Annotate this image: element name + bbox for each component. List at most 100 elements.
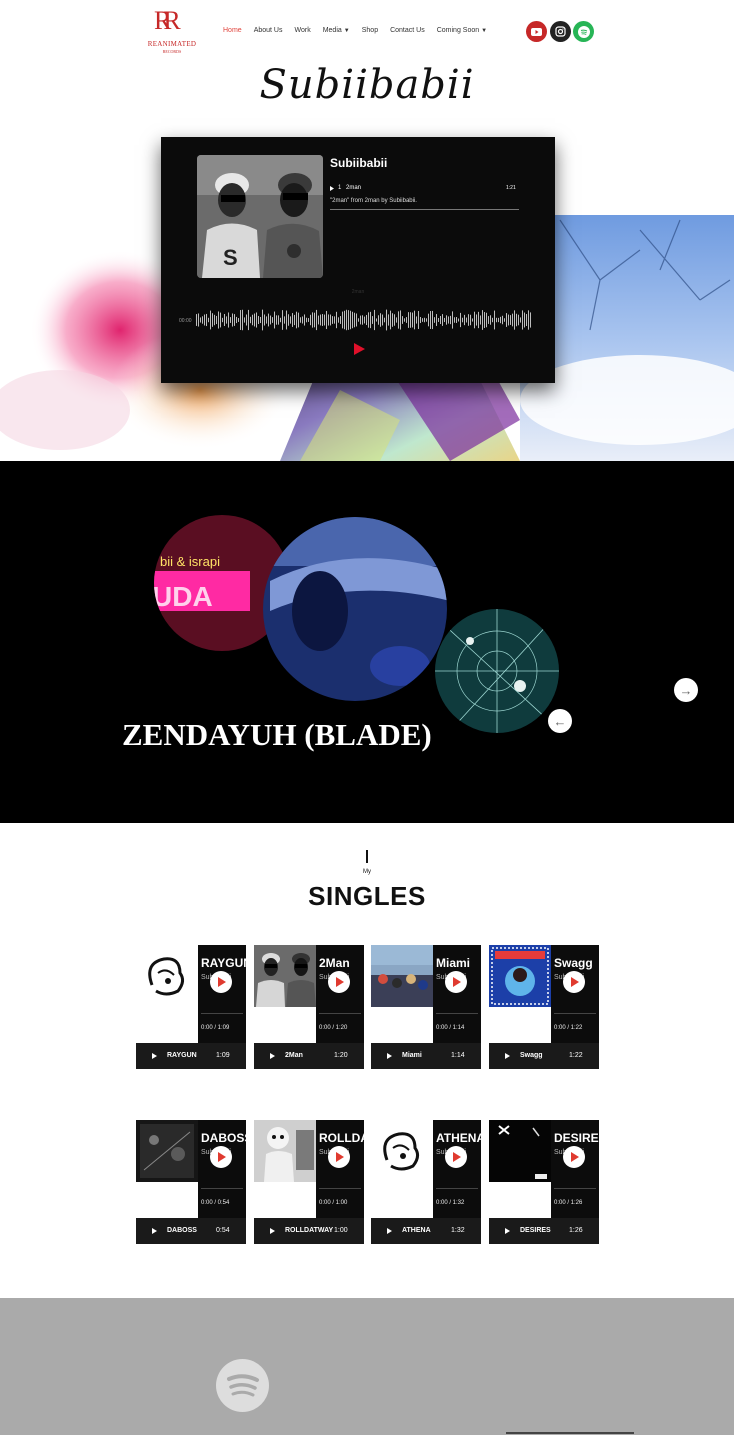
single-time: 0:00 / 1:00 xyxy=(319,1200,348,1206)
current-time: 00:00 xyxy=(179,318,192,324)
single-card: ATHENASubiibabii0:00 / 1:32ATHENA1:32 xyxy=(371,1120,481,1244)
single-play-button[interactable] xyxy=(328,971,350,993)
single-time: 0:00 / 1:26 xyxy=(554,1200,583,1206)
waveform-bar xyxy=(472,318,473,322)
waveform-bar xyxy=(326,310,327,330)
waveform-bar xyxy=(306,317,307,323)
single-cover-image xyxy=(489,945,551,1007)
waveform-bar xyxy=(414,310,415,330)
single-playlist-row[interactable]: DESIRES 1:26 xyxy=(489,1218,599,1244)
single-progress-bar[interactable] xyxy=(201,1013,243,1014)
single-play-button[interactable] xyxy=(210,1146,232,1168)
single-info-panel: RAYGUNSubiibabii0:00 / 1:09 xyxy=(198,945,246,1043)
waveform-bar xyxy=(440,315,441,325)
nav-item-about-us[interactable]: About Us xyxy=(254,27,283,34)
single-play-button[interactable] xyxy=(563,971,585,993)
waveform-bar xyxy=(316,309,317,331)
playlist-track-duration: 1:32 xyxy=(451,1227,465,1234)
waveform-bar xyxy=(208,317,209,323)
waveform-bar xyxy=(266,316,267,324)
instagram-link[interactable] xyxy=(550,21,571,42)
waveform-bar xyxy=(492,317,493,323)
waveform-bar xyxy=(340,316,341,324)
nav-item-label: Coming Soon xyxy=(436,27,480,34)
nav-item-media[interactable]: Media ▼ xyxy=(323,27,350,34)
waveform-bar xyxy=(478,311,479,329)
waveform-bar xyxy=(380,313,381,327)
play-button[interactable] xyxy=(352,342,366,356)
waveform-bar xyxy=(362,315,363,325)
waveform-bar xyxy=(430,311,431,329)
nav-item-label: Shop xyxy=(361,27,379,34)
single-playlist-row[interactable]: 2Man 1:20 xyxy=(254,1043,364,1069)
youtube-link[interactable] xyxy=(526,21,547,42)
carousel-next-button[interactable]: → xyxy=(674,678,698,702)
nav-item-home[interactable]: Home xyxy=(223,27,242,34)
waveform-bar xyxy=(230,317,231,323)
waveform-bar xyxy=(364,316,365,324)
waveform-bar xyxy=(250,316,251,324)
waveform-bar xyxy=(428,313,429,327)
artwork-circle-blue[interactable] xyxy=(260,516,450,706)
waveform-bar xyxy=(494,310,495,330)
playlist-track-duration: 1:14 xyxy=(451,1052,465,1059)
single-card: MiamiSubiibabii0:00 / 1:14Miami1:14 xyxy=(371,945,481,1069)
nav-item-work[interactable]: Work xyxy=(294,27,310,34)
single-progress-bar[interactable] xyxy=(319,1188,361,1189)
caret-down-icon: ▼ xyxy=(481,28,488,34)
single-playlist-row[interactable]: Swagg 1:22 xyxy=(489,1043,599,1069)
single-progress-bar[interactable] xyxy=(554,1188,596,1189)
logo-name: REANIMATED xyxy=(147,40,197,48)
brand-logo[interactable]: RR REANIMATED RECORDS xyxy=(144,8,200,55)
waveform-bar xyxy=(212,313,213,327)
spotify-link[interactable] xyxy=(573,21,594,42)
waveform-bar xyxy=(240,310,241,330)
playlist-track-duration: 1:09 xyxy=(216,1052,230,1059)
track-duration: 1:21 xyxy=(506,185,516,191)
player-artist: Subiibabii xyxy=(330,156,388,170)
spotify-embed-logo[interactable] xyxy=(216,1359,269,1412)
single-progress-bar[interactable] xyxy=(201,1188,243,1189)
play-icon xyxy=(270,1228,275,1234)
single-playlist-row[interactable]: ATHENA 1:32 xyxy=(371,1218,481,1244)
nav-item-coming-soon[interactable]: Coming Soon ▼ xyxy=(437,27,487,34)
waveform-seekbar[interactable] xyxy=(195,308,533,332)
page: RR REANIMATED RECORDS Home About Us Work… xyxy=(0,0,734,1435)
waveform-bar xyxy=(262,309,263,331)
waveform-bar xyxy=(508,314,509,326)
waveform-bar xyxy=(466,317,467,323)
single-playlist-row[interactable]: RAYGUN 1:09 xyxy=(136,1043,246,1069)
single-playlist-row[interactable]: DABOSS 0:54 xyxy=(136,1218,246,1244)
single-play-button[interactable] xyxy=(445,1146,467,1168)
single-info-panel: DABOSSSubiibabii0:00 / 0:54 xyxy=(198,1120,246,1218)
waveform-bar xyxy=(350,310,351,330)
nav-item-shop[interactable]: Shop xyxy=(362,27,378,34)
waveform-bar xyxy=(206,313,207,327)
single-progress-bar[interactable] xyxy=(436,1188,478,1189)
single-play-button[interactable] xyxy=(328,1146,350,1168)
single-playlist-row[interactable]: ROLLDATWAY 1:00 xyxy=(254,1218,364,1244)
waveform-bar xyxy=(234,314,235,326)
track-play-icon[interactable] xyxy=(330,186,334,191)
single-card: RAYGUNSubiibabii0:00 / 1:09RAYGUN1:09 xyxy=(136,945,246,1069)
nav-item-label: Contact Us xyxy=(390,27,425,34)
waveform-bar xyxy=(366,314,367,326)
single-title: ATHENA xyxy=(436,1131,481,1145)
single-progress-bar[interactable] xyxy=(319,1013,361,1014)
single-progress-bar[interactable] xyxy=(554,1013,596,1014)
single-play-button[interactable] xyxy=(445,971,467,993)
single-play-button[interactable] xyxy=(563,1146,585,1168)
play-icon xyxy=(387,1053,392,1059)
single-progress-bar[interactable] xyxy=(436,1013,478,1014)
single-play-button[interactable] xyxy=(210,971,232,993)
nav-item-label: Home xyxy=(223,27,242,34)
nav-item-contact-us[interactable]: Contact Us xyxy=(390,27,425,34)
track-name[interactable]: 2man xyxy=(346,185,361,191)
single-playlist-row[interactable]: Miami 1:14 xyxy=(371,1043,481,1069)
carousel-prev-button[interactable]: ← xyxy=(548,709,572,733)
waveform-bar xyxy=(312,312,313,328)
waveform-bar xyxy=(450,315,451,325)
waveform-bar xyxy=(270,315,271,325)
waveform-bar xyxy=(338,317,339,323)
waveform-bar xyxy=(264,314,265,326)
